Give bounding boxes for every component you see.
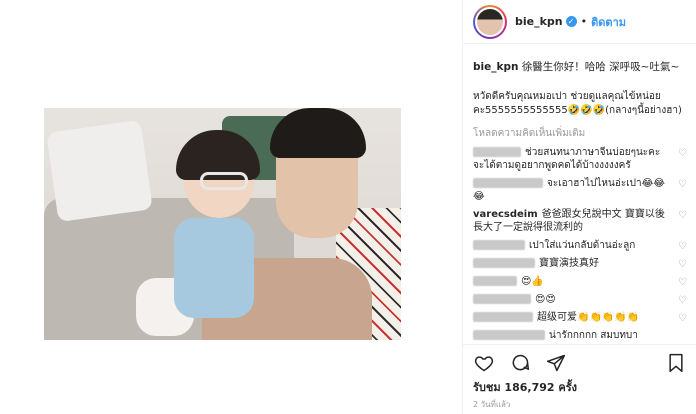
media-pane	[0, 0, 462, 414]
comment-username-redacted[interactable]	[473, 147, 521, 157]
comment-item: จะเอาฮาไปไหนอ่ะเปา😂😂😂 ♡	[473, 177, 687, 203]
comment-item: ช่วยสนทนาภาษาจีนบ่อยๆนะคะ จะได้ตามดูอยาก…	[473, 146, 687, 172]
post-sidebar: bie_kpn ✓ • ติดตาม bie_kpn 徐醫生你好！哈哈 深呼吸~…	[462, 0, 696, 414]
post-photo[interactable]	[44, 108, 401, 340]
share-button[interactable]	[545, 352, 567, 374]
comment-item: น่ารักกกกก สมบทบา	[473, 329, 687, 342]
avatar-image	[477, 8, 503, 35]
caption-username[interactable]: bie_kpn	[473, 61, 518, 73]
comment-username-redacted[interactable]	[473, 294, 531, 304]
comment-like-heart-icon[interactable]: ♡	[678, 147, 687, 160]
comment-item: 寶寶演技真好 ♡	[473, 257, 687, 270]
comment-button[interactable]	[509, 352, 531, 374]
comment-like-heart-icon[interactable]: ♡	[678, 240, 687, 253]
comment-text: 😍👍	[521, 276, 544, 287]
comments-section: bie_kpn 徐醫生你好！哈哈 深呼吸~吐氣~ หวัดดีครับคุณหม…	[463, 52, 696, 342]
caption-text: 徐醫生你好！哈哈 深呼吸~吐氣~	[521, 61, 680, 73]
comment-text: เปาใส่แว่นกลับด้านอ่ะลูก	[529, 240, 636, 251]
comment-text: 超级可爱👏👏👏👏👏	[537, 312, 640, 323]
comment-like-heart-icon[interactable]: ♡	[678, 294, 687, 307]
like-button[interactable]	[473, 352, 495, 374]
comment-item: varecsdeim 爸爸跟女兒說中文 寶寶以後長大了一定說得很流利的 ♡	[473, 208, 687, 234]
comment-item: 超级可爱👏👏👏👏👏 ♡	[473, 311, 687, 324]
comment-username[interactable]: varecsdeim	[473, 209, 538, 220]
header-separator: •	[580, 15, 588, 28]
comment-username-redacted[interactable]	[473, 240, 525, 250]
comment-item: 😍👍 ♡	[473, 275, 687, 288]
photo-pillow	[46, 119, 153, 223]
post-actions-bar	[463, 344, 696, 380]
comment-username-redacted[interactable]	[473, 312, 533, 322]
comment-username-redacted[interactable]	[473, 330, 545, 340]
comment-like-heart-icon[interactable]: ♡	[678, 312, 687, 325]
bookmark-icon	[669, 353, 683, 372]
save-button[interactable]	[665, 352, 687, 374]
comment-like-heart-icon[interactable]: ♡	[678, 209, 687, 222]
comment-like-heart-icon[interactable]: ♡	[678, 178, 687, 191]
load-more-comments-link[interactable]: โหลดความคิดเห็นเพิ่มเติม	[473, 126, 687, 141]
comment-like-heart-icon[interactable]: ♡	[678, 258, 687, 271]
follow-button[interactable]: ติดตาม	[591, 13, 626, 31]
post-header: bie_kpn ✓ • ติดตาม	[463, 0, 696, 44]
share-icon	[546, 354, 566, 371]
photo-child-body	[174, 218, 254, 318]
comment-username-redacted[interactable]	[473, 276, 517, 286]
heart-icon	[474, 355, 494, 371]
comment-text: 😍😍	[535, 294, 556, 305]
caption-reply: หวัดดีครับคุณหมอเปา ช่วยดูแลคุณไข้หน่อยค…	[473, 91, 682, 116]
avatar[interactable]	[473, 4, 507, 39]
comment-text: 寶寶演技真好	[539, 258, 599, 269]
header-username[interactable]: bie_kpn	[515, 15, 563, 28]
post-timestamp: 2 วันที่แล้ว	[473, 400, 511, 409]
verified-badge-icon: ✓	[565, 16, 577, 27]
comment-bubble-icon	[512, 354, 530, 370]
comment-username-redacted[interactable]	[473, 178, 543, 188]
comment-like-heart-icon[interactable]: ♡	[678, 276, 687, 289]
comment-username-redacted[interactable]	[473, 258, 535, 268]
photo-toy-glasses	[200, 172, 248, 190]
post-caption: bie_kpn 徐醫生你好！哈哈 深呼吸~吐氣~	[473, 60, 687, 74]
comment-item: เปาใส่แว่นกลับด้านอ่ะลูก ♡	[473, 239, 687, 252]
comment-item: 😍😍 ♡	[473, 293, 687, 306]
view-count[interactable]: รับชม 186,792 ครั้ง	[473, 378, 577, 396]
comment-text: น่ารักกกกก สมบทบา	[549, 330, 638, 341]
